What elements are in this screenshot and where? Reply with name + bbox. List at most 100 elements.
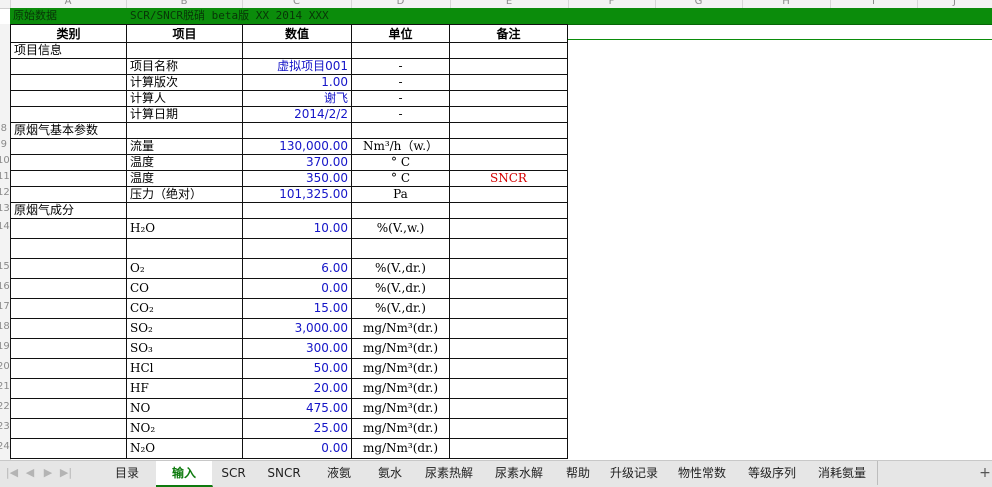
item-cell[interactable]	[126, 42, 243, 59]
unit-cell[interactable]: mg/Nm³(dr.)	[351, 398, 450, 419]
unit-cell[interactable]: -	[351, 90, 450, 107]
note-cell[interactable]	[449, 438, 568, 459]
category-cell[interactable]	[10, 258, 127, 279]
value-cell[interactable]: 50.00	[242, 358, 352, 379]
value-cell[interactable]: 谢飞	[242, 90, 352, 107]
note-cell[interactable]	[449, 42, 568, 59]
item-cell[interactable]: 计算版次	[126, 74, 243, 91]
sheet-tab[interactable]: SNCR	[255, 461, 314, 485]
item-cell[interactable]: 计算日期	[126, 106, 243, 123]
item-cell[interactable]	[126, 202, 243, 219]
row-number[interactable]: 20	[0, 361, 10, 372]
unit-cell[interactable]: mg/Nm³(dr.)	[351, 318, 450, 339]
column-header-j[interactable]: J	[917, 0, 992, 8]
unit-cell[interactable]: %(V.,dr.)	[351, 298, 450, 319]
unit-cell[interactable]: Pa	[351, 186, 450, 203]
row-number[interactable]: 14	[0, 221, 10, 232]
unit-cell[interactable]	[351, 122, 450, 139]
note-cell[interactable]	[449, 398, 568, 419]
value-cell[interactable]: 2014/2/2	[242, 106, 352, 123]
note-cell[interactable]	[449, 358, 568, 379]
item-cell[interactable]: SO₂	[126, 318, 243, 339]
category-cell[interactable]	[10, 218, 127, 239]
category-cell[interactable]	[10, 438, 127, 459]
value-cell[interactable]: 0.00	[242, 438, 352, 459]
row-number[interactable]: 18	[0, 321, 10, 332]
item-cell[interactable]: 项目名称	[126, 58, 243, 75]
item-cell[interactable]: NO₂	[126, 418, 243, 439]
category-cell[interactable]	[10, 90, 127, 107]
item-cell[interactable]: H₂O	[126, 218, 243, 239]
note-cell[interactable]	[449, 378, 568, 399]
unit-cell[interactable]	[351, 42, 450, 59]
sheet-tab[interactable]: 尿素水解	[483, 461, 556, 485]
note-cell[interactable]	[449, 58, 568, 75]
row-number[interactable]: 9	[0, 139, 7, 150]
sheet-tab[interactable]: 升级记录	[601, 461, 668, 485]
sheet-tab[interactable]: 消耗氨量	[807, 461, 878, 485]
category-cell[interactable]	[10, 318, 127, 339]
add-sheet-icon[interactable]: +	[978, 461, 992, 485]
unit-cell[interactable]: %(V.,dr.)	[351, 278, 450, 299]
category-cell[interactable]: 项目信息	[10, 42, 127, 59]
row-number[interactable]: 17	[0, 301, 10, 312]
sheet-tab[interactable]: 氨水	[365, 461, 416, 485]
header-note[interactable]: 备注	[449, 24, 568, 43]
column-header-a[interactable]: A	[10, 0, 126, 8]
unit-cell[interactable]: -	[351, 74, 450, 91]
unit-cell[interactable]: ° C	[351, 170, 450, 187]
note-cell[interactable]	[449, 90, 568, 107]
value-cell[interactable]	[242, 202, 352, 219]
value-cell[interactable]	[242, 42, 352, 59]
unit-cell[interactable]: Nm³/h（w.）	[351, 138, 450, 155]
row-number[interactable]: 19	[0, 341, 10, 352]
category-cell[interactable]	[10, 378, 127, 399]
prev-sheet-icon[interactable]: ◀	[22, 465, 38, 481]
value-cell[interactable]: 15.00	[242, 298, 352, 319]
row-number[interactable]: 24	[0, 441, 10, 452]
category-cell[interactable]	[10, 106, 127, 123]
note-cell[interactable]	[449, 418, 568, 439]
row-number[interactable]: 23	[0, 421, 10, 432]
category-cell[interactable]	[10, 398, 127, 419]
category-cell[interactable]	[10, 298, 127, 319]
item-cell[interactable]: N₂O	[126, 438, 243, 459]
sheet-tab[interactable]: SCR	[212, 461, 256, 485]
value-cell[interactable]: 虚拟项目001	[242, 58, 352, 75]
value-cell[interactable]	[242, 122, 352, 139]
row-number[interactable]: 15	[0, 261, 10, 272]
item-cell[interactable]: 温度	[126, 154, 243, 171]
category-cell[interactable]	[10, 58, 127, 75]
category-cell[interactable]	[10, 170, 127, 187]
value-cell[interactable]: 3,000.00	[242, 318, 352, 339]
unit-cell[interactable]: ° C	[351, 154, 450, 171]
first-sheet-icon[interactable]: |◀	[4, 465, 20, 481]
header-category[interactable]: 类别	[10, 24, 127, 43]
unit-cell[interactable]: mg/Nm³(dr.)	[351, 378, 450, 399]
unit-cell[interactable]: mg/Nm³(dr.)	[351, 438, 450, 459]
item-cell[interactable]: HCl	[126, 358, 243, 379]
note-cell[interactable]	[449, 258, 568, 279]
sheet-tab[interactable]: 液氨	[313, 461, 366, 485]
category-cell[interactable]	[10, 74, 127, 91]
next-sheet-icon[interactable]: ▶	[40, 465, 56, 481]
category-cell[interactable]	[10, 278, 127, 299]
row-number[interactable]: 16	[0, 281, 10, 292]
row-number[interactable]: 21	[0, 381, 10, 392]
note-cell[interactable]	[449, 106, 568, 123]
note-cell[interactable]	[449, 138, 568, 155]
item-cell[interactable]: CO	[126, 278, 243, 299]
category-cell[interactable]	[10, 186, 127, 203]
value-cell[interactable]: 101,325.00	[242, 186, 352, 203]
note-cell[interactable]	[449, 278, 568, 299]
sheet-tab[interactable]: 尿素热解	[415, 461, 484, 485]
value-cell[interactable]: 130,000.00	[242, 138, 352, 155]
value-cell[interactable]: 475.00	[242, 398, 352, 419]
value-cell[interactable]: 0.00	[242, 278, 352, 299]
item-cell[interactable]: 流量	[126, 138, 243, 155]
column-header-h[interactable]: H	[742, 0, 830, 8]
note-cell[interactable]: SNCR	[449, 170, 568, 187]
row-number[interactable]: 12	[0, 187, 10, 198]
value-cell[interactable]: 1.00	[242, 74, 352, 91]
item-cell[interactable]: 压力（绝对）	[126, 186, 243, 203]
